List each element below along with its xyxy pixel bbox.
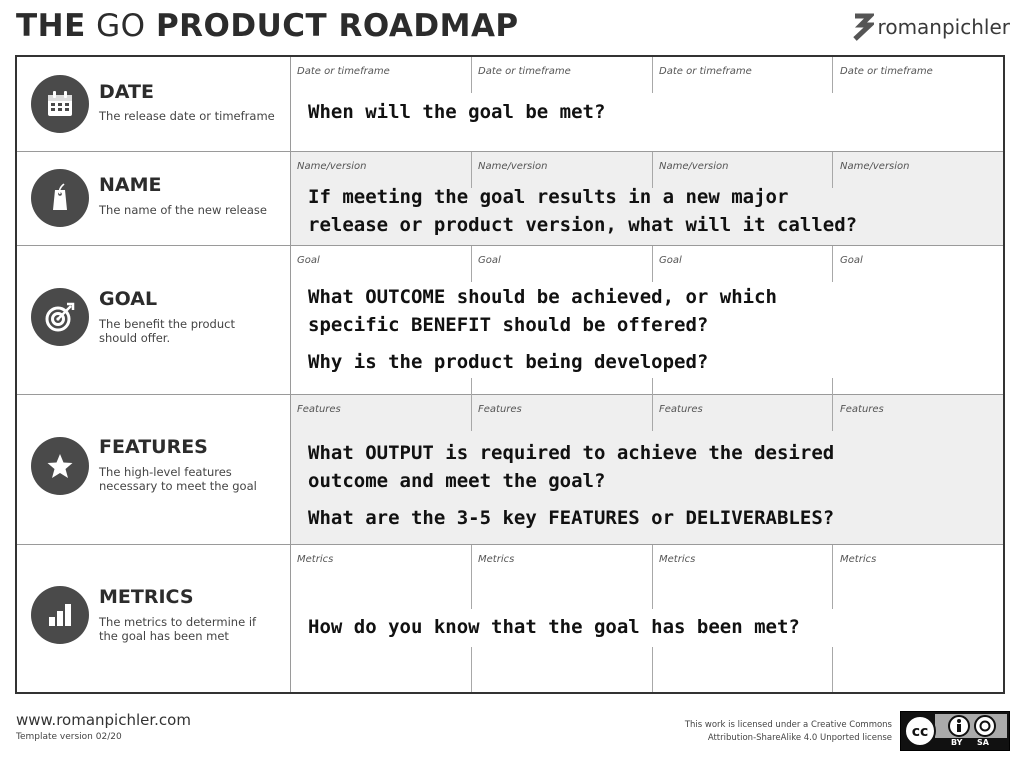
date-label-col3: Date or timeframe [659,66,752,77]
goal-prompt-line1: What OUTCOME should be achieved, or whic… [308,286,777,308]
column-divider [832,152,833,188]
row-features: FEATURES The high-level features necessa… [17,395,1003,545]
date-label-col2: Date or timeframe [478,66,571,77]
column-divider [832,545,833,609]
name-prompt-line2: release or product version, what will it… [308,214,858,236]
page-title: THE GO PRODUCT ROADMAP [16,8,519,44]
title-the: THE [16,8,86,44]
creative-commons-badge[interactable]: cc BY SA [900,711,1010,751]
name-description: The name of the new release [99,203,267,217]
column-divider [832,246,833,282]
column-divider [652,545,653,609]
column-divider [832,647,833,692]
metrics-label-col2: Metrics [478,554,515,565]
column-divider [652,647,653,692]
row-header-features: FEATURES The high-level features necessa… [17,395,291,544]
metrics-label-col3: Metrics [659,554,696,565]
name-label-col3: Name/version [659,161,729,172]
license-text: This work is licensed under a Creative C… [685,719,892,745]
goal-cells: Goal Goal Goal Goal What OUTCOME should … [291,246,1003,395]
svg-text:cc: cc [912,724,929,740]
column-divider [471,378,472,395]
bar-chart-icon [31,586,89,644]
column-divider [471,647,472,692]
column-divider [471,395,472,431]
column-divider [471,545,472,609]
name-label-col2: Name/version [478,161,548,172]
calendar-icon [31,75,89,133]
row-name: NAME The name of the new release Name/ve… [17,152,1003,246]
column-divider [471,57,472,93]
features-label-col3: Features [659,404,703,415]
brand-name: romanpichler [877,15,1010,39]
features-prompt-line2: outcome and meet the goal? [308,470,606,492]
goal-label-col3: Goal [659,255,682,266]
cc-by-label: BY [951,738,963,747]
template-version: Template version 02/20 [16,732,122,742]
license-line1: This work is licensed under a Creative C… [684,720,892,730]
date-cells: Date or timeframe Date or timeframe Date… [291,57,1003,151]
metrics-prompt: How do you know that the goal has been m… [308,616,800,638]
goal-label-col1: Goal [297,255,320,266]
column-divider [832,57,833,93]
metrics-title: METRICS [99,586,194,608]
row-goal: GOAL The benefit the product should offe… [17,246,1003,395]
brand-logo: romanpichler [852,12,1010,42]
features-prompt-line1: What OUTPUT is required to achieve the d… [308,442,835,464]
metrics-cells: Metrics Metrics Metrics Metrics How do y… [291,545,1003,692]
column-divider [652,378,653,395]
goal-prompt-line2: specific BENEFIT should be offered? [308,314,709,336]
name-title: NAME [99,174,162,196]
star-icon [31,437,89,495]
target-icon [31,288,89,346]
metrics-label-col4: Metrics [840,554,877,565]
features-cells: Features Features Features Features What… [291,395,1003,544]
column-divider [832,378,833,395]
goal-label-col4: Goal [840,255,863,266]
features-label-col2: Features [478,404,522,415]
goal-description: The benefit the product should offer. [99,317,235,345]
title-product-roadmap: PRODUCT ROADMAP [155,8,519,44]
date-prompt: When will the goal be met? [308,101,606,123]
romanpichler-logo-icon [852,13,874,41]
features-title: FEATURES [99,436,208,458]
goal-label-col2: Goal [478,255,501,266]
tag-icon [31,169,89,227]
name-label-col4: Name/version [840,161,910,172]
features-description: The high-level features necessary to mee… [99,465,257,493]
row-metrics: METRICS The metrics to determine if the … [17,545,1003,692]
license-line2: Attribution-ShareAlike 4.0 Unported lice… [707,733,892,743]
features-label-col4: Features [840,404,884,415]
name-cells: Name/version Name/version Name/version N… [291,152,1003,245]
row-header-goal: GOAL The benefit the product should offe… [17,246,291,394]
metrics-label-col1: Metrics [297,554,334,565]
row-header-metrics: METRICS The metrics to determine if the … [17,545,291,692]
name-label-col1: Name/version [297,161,367,172]
row-date: DATE The release date or timeframe Date … [17,57,1003,152]
column-divider [652,395,653,431]
row-header-name: NAME The name of the new release [17,152,291,245]
goal-title: GOAL [99,288,158,310]
column-divider [652,246,653,282]
date-label-col1: Date or timeframe [297,66,390,77]
date-label-col4: Date or timeframe [840,66,933,77]
footer-url[interactable]: www.romanpichler.com [16,711,191,729]
name-prompt-line1: If meeting the goal results in a new maj… [308,186,789,208]
column-divider [471,246,472,282]
column-divider [832,395,833,431]
title-go: GO [96,8,146,44]
date-title: DATE [99,81,154,103]
roadmap-grid: DATE The release date or timeframe Date … [15,55,1005,694]
goal-prompt-line3: Why is the product being developed? [308,351,709,373]
metrics-description: The metrics to determine if the goal has… [99,615,257,643]
features-label-col1: Features [297,404,341,415]
date-description: The release date or timeframe [99,109,275,123]
row-header-date: DATE The release date or timeframe [17,57,291,151]
cc-sa-label: SA [977,738,989,747]
column-divider [652,57,653,93]
features-prompt-line3: What are the 3-5 key FEATURES or DELIVER… [308,507,835,529]
